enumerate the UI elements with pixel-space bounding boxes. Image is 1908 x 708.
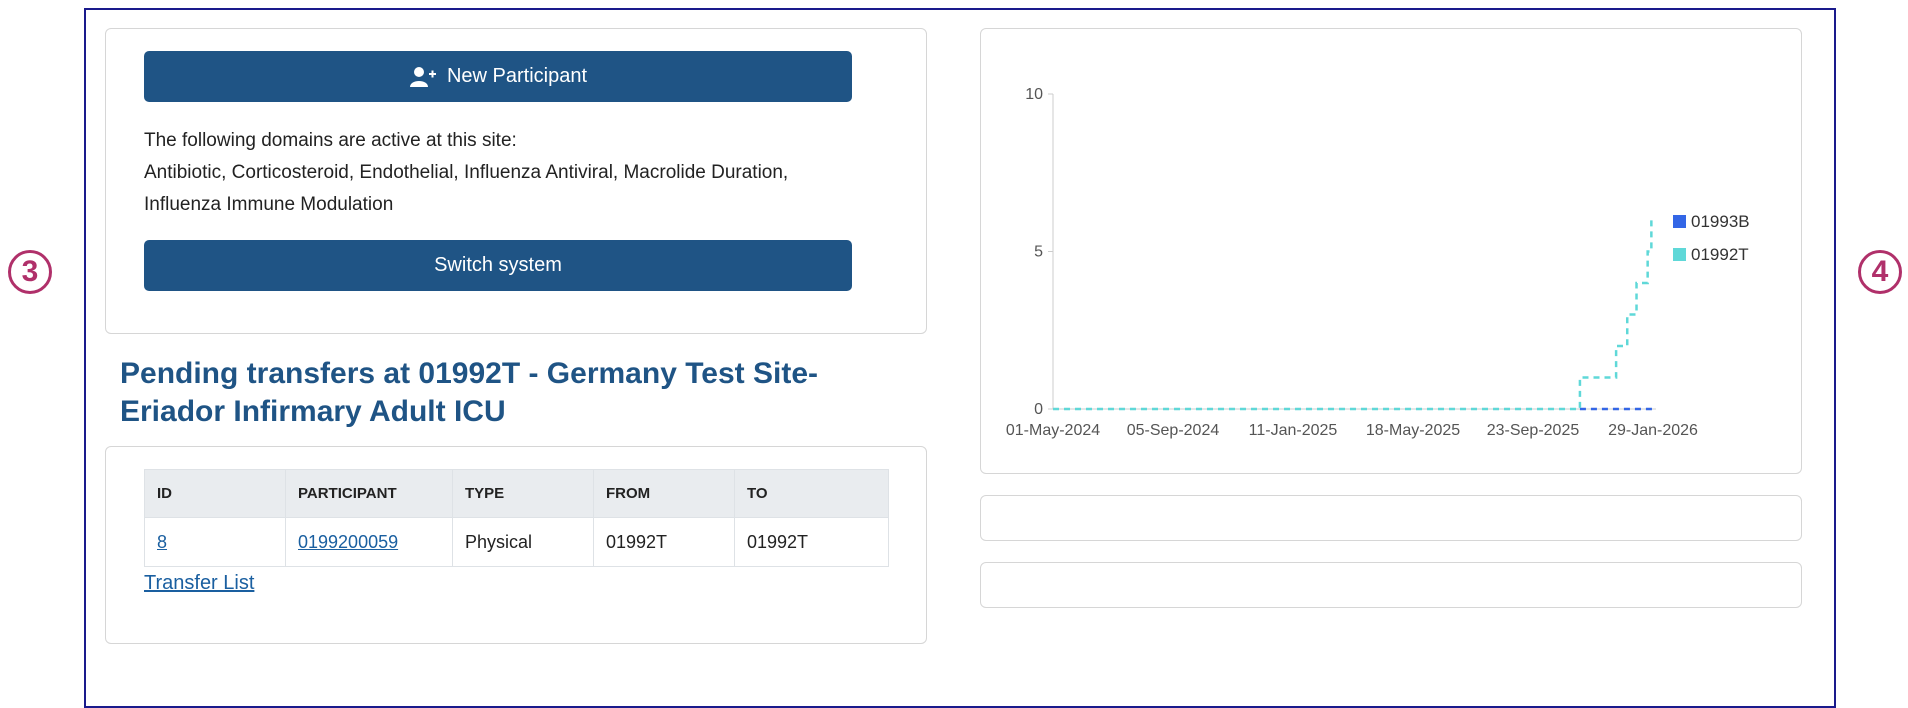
cell-participant: 0199200059 [285, 517, 453, 567]
add-user-icon [409, 66, 436, 87]
x-tick-label: 18-May-2025 [1366, 422, 1460, 439]
transfers-table: ID PARTICIPANT TYPE FROM TO 8 0199200059… [144, 469, 889, 567]
switch-system-label: Switch system [434, 254, 562, 276]
table-header-row: ID PARTICIPANT TYPE FROM TO [144, 469, 889, 518]
new-participant-label: New Participant [446, 65, 588, 87]
participant-link[interactable]: 0199200059 [298, 532, 398, 552]
y-tick-label: 0 [1034, 401, 1043, 418]
switch-system-button[interactable]: Switch system [144, 240, 852, 291]
domains-list-line1: Antibiotic, Corticosteroid, Endothelial,… [144, 162, 789, 183]
column-header-type: TYPE [452, 469, 594, 518]
domains-intro: The following domains are active at this… [144, 130, 517, 151]
callout-marker-right: 4 [1858, 250, 1902, 294]
series-line-01992T [1053, 220, 1653, 411]
callout-marker-left: 3 [8, 250, 52, 294]
empty-panel-1 [980, 495, 1802, 541]
pending-transfers-heading: Pending transfers at 01992T - Germany Te… [120, 355, 940, 431]
column-header-to: TO [734, 469, 889, 518]
x-tick-label: 01-May-2024 [1006, 422, 1100, 439]
heading-line2: Eriador Infirmary Adult ICU [120, 395, 506, 428]
legend-label: 01992T [1691, 245, 1749, 264]
transfer-id-link[interactable]: 8 [157, 532, 167, 552]
x-tick-label: 29-Jan-2026 [1608, 422, 1698, 439]
table-row: 8 0199200059 Physical 01992T 01992T [144, 517, 889, 567]
y-tick-label: 5 [1034, 244, 1043, 261]
y-tick-label: 10 [1025, 86, 1043, 103]
transfers-card: ID PARTICIPANT TYPE FROM TO 8 0199200059… [105, 446, 927, 644]
legend-label: 01993B [1691, 212, 1750, 231]
new-participant-button[interactable]: New Participant [144, 51, 852, 102]
cell-id: 8 [144, 517, 286, 567]
enrolment-chart: 0 5 10 01-May-2024 05-Sep-2024 11-Jan-2025 18-… [1006, 86, 1750, 439]
x-tick-label: 11-Jan-2025 [1249, 422, 1338, 439]
participant-card: New Participant The following domains ar… [105, 28, 927, 334]
legend-swatch [1673, 215, 1686, 228]
empty-panel-2 [980, 562, 1802, 608]
active-domains-text: The following domains are active at this… [144, 125, 884, 221]
column-header-from: FROM [593, 469, 735, 518]
transfer-list-link[interactable]: Transfer List [144, 572, 254, 595]
column-header-participant: PARTICIPANT [285, 469, 453, 518]
chart-card: 0 5 10 01-May-2024 05-Sep-2024 11-Jan-2025 18-… [980, 28, 1802, 474]
cell-from: 01992T [593, 517, 735, 567]
cell-to: 01992T [734, 517, 889, 567]
heading-line1: Pending transfers at 01992T - Germany Te… [120, 357, 819, 390]
x-tick-label: 23-Sep-2025 [1487, 422, 1580, 439]
x-tick-label: 05-Sep-2024 [1127, 422, 1220, 439]
column-header-id: ID [144, 469, 286, 518]
domains-list-line2: Influenza Immune Modulation [144, 194, 394, 215]
legend-swatch [1673, 248, 1686, 261]
cell-type: Physical [452, 517, 594, 567]
